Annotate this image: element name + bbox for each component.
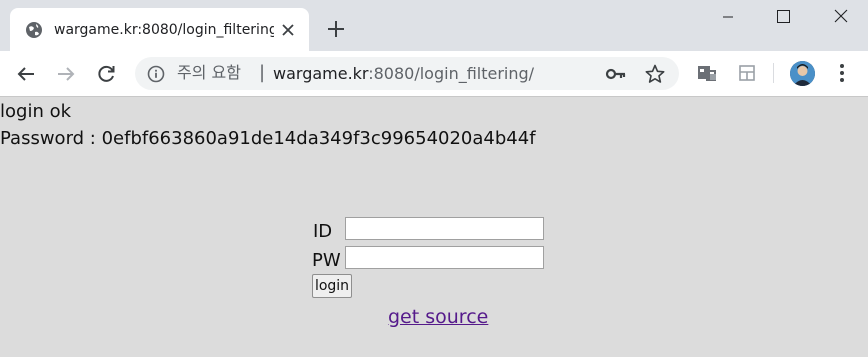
url-host: wargame.kr [273, 64, 369, 83]
maximize-icon[interactable] [760, 4, 806, 30]
password-text: Password : 0efbf663860a91de14da349f3c996… [0, 128, 536, 149]
pw-input[interactable] [345, 246, 544, 269]
globe-icon [26, 22, 42, 38]
info-icon[interactable] [147, 65, 165, 83]
avatar[interactable] [790, 61, 815, 86]
forward-arrow-icon[interactable] [54, 62, 78, 86]
get-source-link[interactable]: get source [388, 305, 488, 329]
window-close-icon[interactable] [818, 4, 864, 30]
browser-tab[interactable]: wargame.kr:8080/login_filtering/ [10, 8, 309, 51]
back-arrow-icon[interactable] [14, 62, 38, 86]
security-warning[interactable]: 주의 요함 [177, 63, 241, 83]
menu-dots-icon[interactable] [834, 62, 850, 84]
tab-title: wargame.kr:8080/login_filtering/ [54, 22, 274, 38]
login-status-text: login ok [0, 101, 72, 122]
extension-icon[interactable] [696, 62, 718, 84]
pw-label: PW [312, 250, 341, 271]
star-icon[interactable] [644, 63, 666, 85]
address-separator: | [259, 62, 266, 83]
url-path: :8080/login_filtering/ [368, 64, 535, 83]
reload-icon[interactable] [94, 62, 118, 86]
toolbar-divider [773, 63, 774, 83]
minimize-icon[interactable] [705, 4, 751, 30]
close-icon[interactable] [279, 21, 297, 39]
page-content: login ok Password : 0efbf663860a91de14da… [0, 97, 868, 357]
address-bar[interactable]: 주의 요함 | wargame.kr:8080/login_filtering/ [135, 57, 679, 90]
profile-photo-icon [790, 61, 815, 86]
tab-strip: wargame.kr:8080/login_filtering/ [0, 0, 868, 51]
id-label: ID [313, 221, 333, 242]
id-input[interactable] [345, 217, 544, 240]
key-icon[interactable] [605, 64, 627, 84]
url-text[interactable]: wargame.kr:8080/login_filtering/ [273, 64, 534, 84]
plus-icon[interactable] [325, 18, 347, 40]
login-button[interactable]: login [312, 274, 352, 298]
layout-icon[interactable] [737, 63, 757, 83]
